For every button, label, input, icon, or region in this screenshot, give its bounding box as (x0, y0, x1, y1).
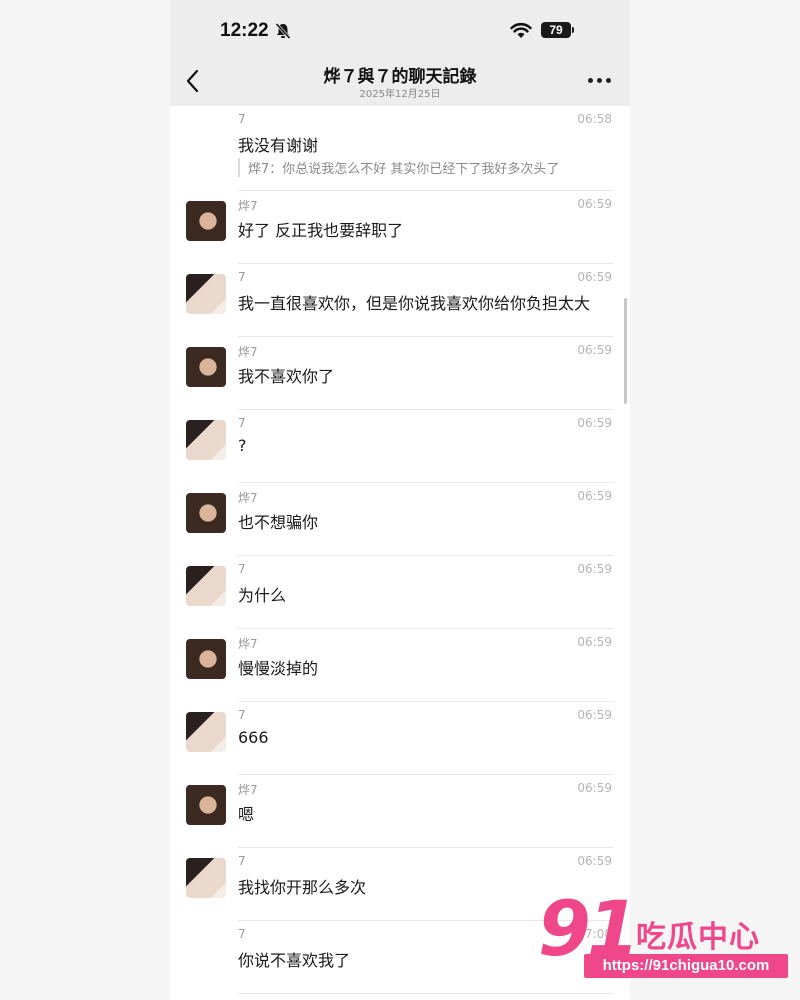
battery-indicator: 79 (541, 22, 571, 38)
message-time: 06:59 (577, 416, 612, 430)
message-text: 也不想骗你 (238, 513, 319, 532)
watermark-url: https://91chigua10.com (584, 954, 788, 978)
message-item: 7 06:59 666 (170, 702, 630, 775)
avatar[interactable] (186, 274, 226, 314)
message-text: 我一直很喜欢你，但是你说我喜欢你给你负担太大 (238, 294, 591, 313)
message-item: 烨7 06:59 也不想骗你 (170, 483, 630, 556)
avatar[interactable] (186, 201, 226, 241)
more-options-icon[interactable] (588, 76, 612, 86)
message-time: 06:59 (577, 854, 612, 868)
status-time: 12:22 (220, 20, 269, 41)
sender-name: 7 (238, 562, 246, 576)
chat-screen: 12:22 79 烨７與７的聊天記錄 2025年12月25日 7 06:58 我… (170, 0, 630, 1000)
message-text: ? (238, 436, 247, 455)
message-list: 7 06:58 我没有谢谢 烨7：你总说我怎么不好 其实你已经下了我好多次头了 … (170, 106, 630, 994)
avatar[interactable] (186, 712, 226, 752)
message-item: 烨7 06:59 我不喜欢你了 (170, 337, 630, 410)
message-time: 06:59 (577, 489, 612, 503)
sender-name: 烨7 (238, 491, 258, 505)
message-text: 为什么 (238, 586, 287, 605)
message-item: 7 06:59 我一直很喜欢你，但是你说我喜欢你给你负担太大 (170, 264, 630, 337)
message-time: 06:59 (577, 562, 612, 576)
message-item: 7 06:58 我没有谢谢 烨7：你总说我怎么不好 其实你已经下了我好多次头了 (170, 106, 630, 191)
sender-name: 7 (238, 854, 246, 868)
bell-off-icon (275, 22, 291, 40)
sender-name: 7 (238, 927, 246, 941)
message-time: 06:59 (577, 270, 612, 284)
quoted-message: 烨7：你总说我怎么不好 其实你已经下了我好多次头了 (238, 158, 559, 177)
message-text: 我没有谢谢 (238, 136, 319, 155)
message-text: 我找你开那么多次 (238, 878, 367, 897)
message-item: 7 06:59 ? (170, 410, 630, 483)
divider (238, 993, 614, 994)
sender-name: 7 (238, 416, 246, 430)
sender-name: 7 (238, 112, 246, 126)
message-time: 06:58 (577, 112, 612, 126)
message-text: 666 (238, 728, 269, 747)
message-item: 7 06:59 为什么 (170, 556, 630, 629)
message-time: 06:59 (577, 635, 612, 649)
sender-name: 烨7 (238, 637, 258, 651)
message-item: 烨7 06:59 嗯 (170, 775, 630, 848)
back-arrow-icon[interactable] (184, 68, 202, 94)
avatar[interactable] (186, 347, 226, 387)
scrollbar[interactable] (624, 298, 627, 404)
avatar[interactable] (186, 420, 226, 460)
sender-name: 烨7 (238, 345, 258, 359)
message-item: 烨7 06:59 慢慢淡掉的 (170, 629, 630, 702)
sender-name: 7 (238, 270, 246, 284)
sender-name: 7 (238, 708, 246, 722)
message-text: 我不喜欢你了 (238, 367, 335, 386)
header: 12:22 79 烨７與７的聊天記錄 2025年12月25日 (170, 0, 630, 106)
message-text: 嗯 (238, 805, 255, 824)
message-time: 06:59 (577, 781, 612, 795)
message-text: 好了 反正我也要辞职了 (238, 221, 404, 240)
wifi-icon (510, 22, 532, 38)
avatar[interactable] (186, 785, 226, 825)
message-time: 06:59 (577, 197, 612, 211)
message-time: 06:59 (577, 343, 612, 357)
page-title: 烨７與７的聊天記錄 (323, 67, 477, 87)
sender-name: 烨7 (238, 199, 258, 213)
chat-date: 2025年12月25日 (359, 89, 441, 100)
avatar[interactable] (186, 858, 226, 898)
message-time: 06:59 (577, 708, 612, 722)
message-text: 你说不喜欢我了 (238, 951, 351, 970)
avatar[interactable] (186, 493, 226, 533)
watermark-text: 吃瓜中心 (636, 920, 760, 955)
battery-tip (572, 27, 574, 33)
message-item: 烨7 06:59 好了 反正我也要辞职了 (170, 191, 630, 264)
message-text: 慢慢淡掉的 (238, 659, 319, 678)
watermark-logo: 91 吃瓜中心 https://91chigua10.com (538, 884, 790, 990)
sender-name: 烨7 (238, 783, 258, 797)
avatar[interactable] (186, 566, 226, 606)
avatar[interactable] (186, 639, 226, 679)
